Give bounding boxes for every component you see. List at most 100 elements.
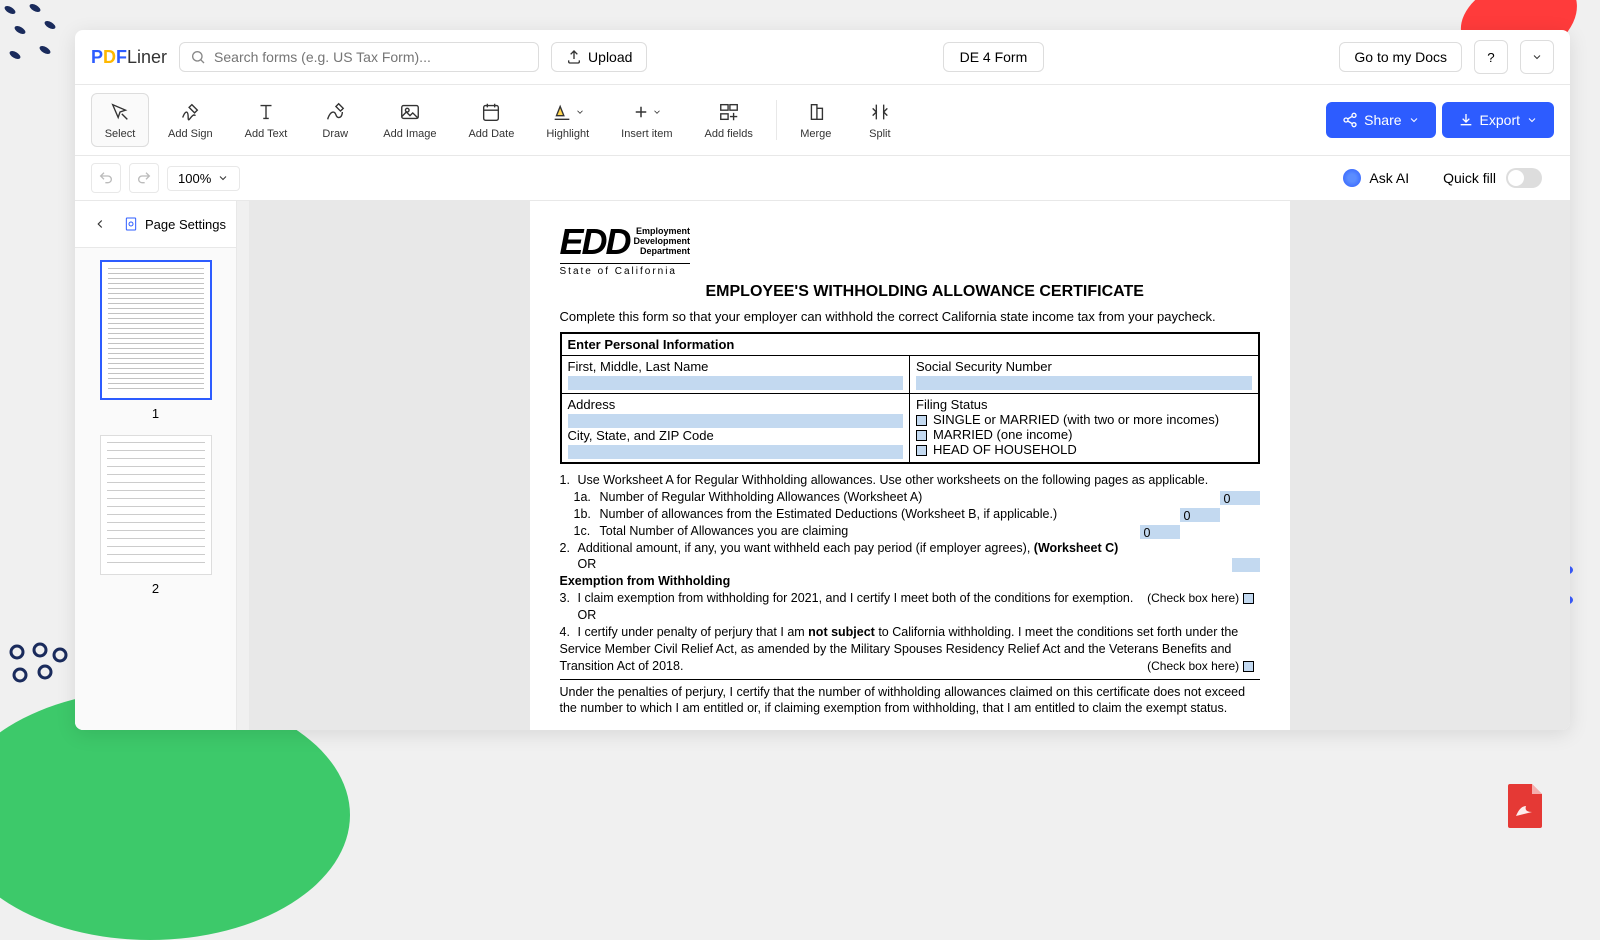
city-label: City, State, and ZIP Code [568,428,714,443]
split-label: Split [869,128,890,140]
quick-fill-wrap: Quick fill [1431,162,1554,194]
help-button[interactable]: ? [1474,40,1508,74]
ask-ai-button[interactable]: Ask AI [1329,163,1423,193]
share-icon [1342,112,1358,128]
share-button[interactable]: Share [1326,102,1435,138]
draw-icon [324,100,346,124]
filing-single-checkbox[interactable] [916,415,927,426]
chevron-down-icon [1526,114,1538,126]
collapse-sidebar-button[interactable] [85,209,115,239]
address-field[interactable] [568,414,904,428]
highlight-tool[interactable]: Highlight [533,93,602,147]
city-field[interactable] [568,445,904,459]
add-text-tool[interactable]: Add Text [232,93,301,147]
download-icon [1458,112,1474,128]
export-button[interactable]: Export [1442,102,1554,138]
document-page-1: EDD EmploymentDevelopmentDepartment Stat… [530,201,1290,730]
filing-hoh-checkbox[interactable] [916,445,927,456]
pdf-file-icon [1500,780,1550,830]
split-tool[interactable]: Split [851,93,909,147]
add-sign-tool[interactable]: Add Sign [155,93,226,147]
sidebar: Page Settings 1 2 [75,201,237,730]
sub-toolbar: 100% Ask AI Quick fill [75,156,1570,201]
document-viewport[interactable]: EDD EmploymentDevelopmentDepartment Stat… [249,201,1570,730]
app-window: PDFLiner Upload DE 4 Form Go to my Docs … [75,30,1570,730]
chevron-down-icon [217,172,229,184]
add-date-tool[interactable]: Add Date [455,93,527,147]
quick-fill-label: Quick fill [1443,170,1496,186]
chevron-down-icon [1408,114,1420,126]
decorative-dots [0,0,80,80]
zoom-select[interactable]: 100% [167,166,240,191]
edd-logo: EDD EmploymentDevelopmentDepartment Stat… [560,221,691,277]
thumb-2-label: 2 [87,581,224,596]
thumbnail-page-1[interactable] [100,260,212,400]
help-icon: ? [1487,50,1494,65]
draw-label: Draw [322,128,348,140]
ssn-label: Social Security Number [916,359,1052,374]
exemption-4-checkbox[interactable] [1243,661,1254,672]
zoom-value: 100% [178,171,211,186]
decorative-circles [5,640,75,700]
sidebar-scrollbar[interactable] [237,201,249,730]
export-label: Export [1480,112,1520,128]
ssn-field[interactable] [916,376,1252,390]
undo-button[interactable] [91,163,121,193]
select-tool[interactable]: Select [91,93,149,147]
sidebar-top: Page Settings [75,201,236,248]
chevron-down-icon [1531,51,1543,63]
insert-item-tool[interactable]: Insert item [608,93,685,147]
draw-tool[interactable]: Draw [306,93,364,147]
page-settings-label: Page Settings [145,217,226,232]
merge-tool[interactable]: Merge [787,93,845,147]
more-menu-button[interactable] [1520,40,1554,74]
search-icon [190,49,206,65]
redo-button[interactable] [129,163,159,193]
ask-ai-label: Ask AI [1369,170,1409,186]
text-icon [255,100,277,124]
thumbnail-page-2[interactable] [100,435,212,575]
search-input[interactable] [214,49,528,65]
date-label: Add Date [468,128,514,140]
goto-docs-button[interactable]: Go to my Docs [1339,42,1462,72]
exemption-3-checkbox[interactable] [1243,593,1254,604]
fields-label: Add fields [705,128,753,140]
share-label: Share [1364,112,1401,128]
additional-amount-field[interactable] [1232,558,1260,572]
split-icon [869,100,891,124]
image-label: Add Image [383,128,436,140]
add-fields-tool[interactable]: Add fields [692,93,766,147]
form-name-box: DE 4 Form [943,42,1045,72]
name-label: First, Middle, Last Name [568,359,709,374]
address-label: Address [568,397,616,412]
allowances-1c-field[interactable]: 0 [1140,525,1180,539]
filing-label: Filing Status [916,397,988,412]
thumb-1-label: 1 [87,406,224,421]
select-icon [109,100,131,124]
upload-label: Upload [588,49,632,65]
logo: PDFLiner [91,47,167,68]
redo-icon [136,170,152,186]
merge-icon [805,100,827,124]
select-label: Select [105,128,136,140]
form-intro: Complete this form so that your employer… [560,309,1260,324]
toolbar: Select Add Sign Add Text Draw Add Image … [75,85,1570,156]
image-icon [399,100,421,124]
text-label: Add Text [245,128,288,140]
allowances-1a-field[interactable]: 0 [1220,491,1260,505]
chevron-left-icon [93,217,107,231]
thumbnails: 1 2 [75,248,236,730]
upload-button[interactable]: Upload [551,42,647,72]
filing-married-checkbox[interactable] [916,430,927,441]
undo-icon [98,170,114,186]
quick-fill-toggle[interactable] [1506,168,1542,188]
form-title: EMPLOYEE'S WITHHOLDING ALLOWANCE CERTIFI… [706,283,1260,301]
allowances-1b-field[interactable]: 0 [1180,508,1220,522]
name-field[interactable] [568,376,904,390]
page-settings-button[interactable]: Page Settings [123,216,226,232]
add-image-tool[interactable]: Add Image [370,93,449,147]
sign-label: Add Sign [168,128,213,140]
date-icon [480,100,502,124]
fields-icon [718,100,740,124]
search-box[interactable] [179,42,539,72]
